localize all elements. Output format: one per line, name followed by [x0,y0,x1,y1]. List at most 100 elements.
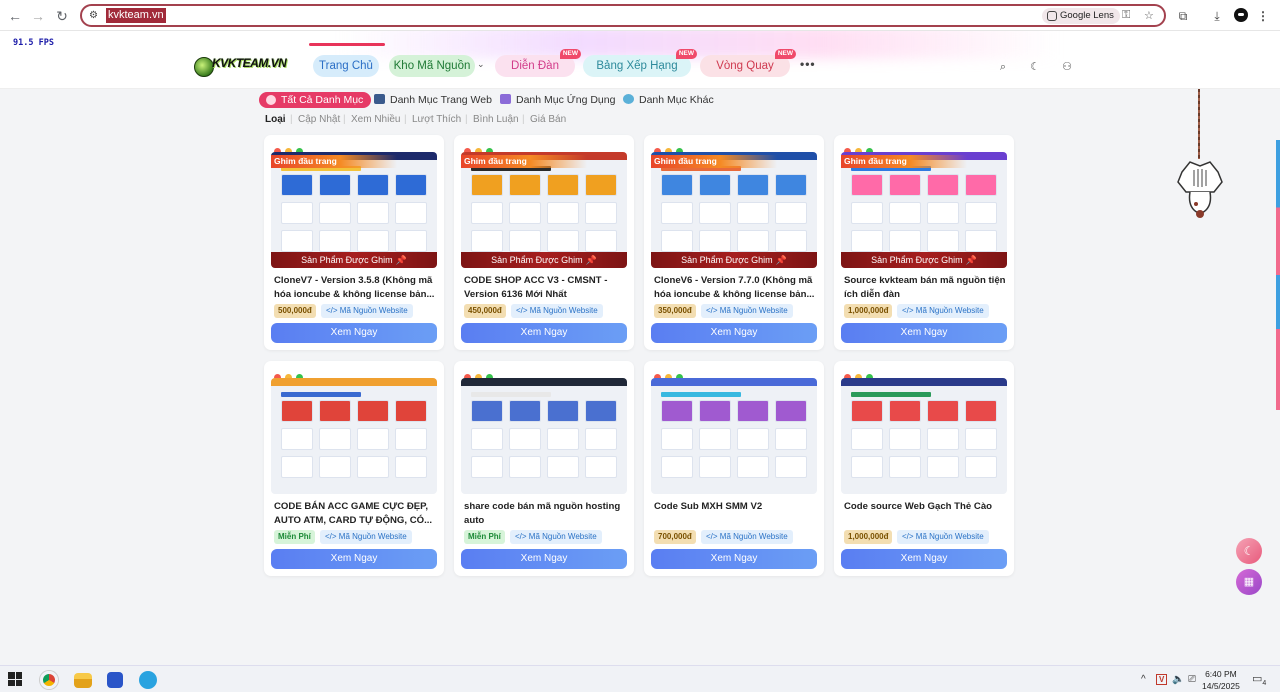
new-badge: NEW [774,49,796,59]
product-price: 350,000đ [654,304,696,318]
notification-icon[interactable]: ▭4 [1252,672,1266,687]
product-card[interactable]: Code source Web Gạch Thẻ Cào 1,000,000đ </… [834,361,1014,576]
category-all[interactable]: Tất Cả Danh Mục [259,92,372,108]
sort-type[interactable]: Loại [265,114,286,125]
sort-most-viewed[interactable]: Xem Nhiều [351,114,400,125]
user-icon[interactable]: ⚇ [1060,60,1074,74]
address-bar[interactable]: ⚙ kvkteam.vn Google Lens ⚿ ☆ [80,4,1166,27]
sort-updated[interactable]: Cập Nhật [298,114,340,125]
view-now-button[interactable]: Xem Ngay [461,323,627,343]
bookmark-star-icon[interactable]: ☆ [1144,9,1154,22]
tray-chevron-up-icon[interactable]: ^ [1141,674,1146,685]
product-card[interactable]: Code Sub MXH SMM V2 700,000đ </> Mã Nguồn … [644,361,824,576]
chrome-taskbar-icon[interactable] [40,671,58,689]
product-tag-label: Mã Nguồn Website [529,306,598,315]
product-category-tag[interactable]: </> Mã Nguồn Website [897,530,989,544]
product-title[interactable]: CloneV6 - Version 7.7.0 (Không mã hóa io… [654,274,816,301]
product-thumbnail[interactable] [841,378,1007,494]
menu-kebab-icon[interactable]: ⋮ [1254,7,1272,25]
product-title[interactable]: share code bán mã nguồn hosting auto [464,500,626,527]
qr-code-icon[interactable]: ▦ [1236,569,1262,595]
file-explorer-icon[interactable] [74,673,92,688]
product-category-tag[interactable]: </> Mã Nguồn Website [510,530,602,544]
code-icon: </> [902,532,916,541]
sort-likes[interactable]: Lượt Thích [412,114,461,125]
product-card[interactable]: Ghim đầu trang Sản Phẩm Được Ghim 📌 CODE SH… [454,135,634,350]
search-icon[interactable]: ⌕ [996,60,1010,74]
product-card[interactable]: share code bán mã nguồn hosting auto Miễn… [454,361,634,576]
product-title[interactable]: Source kvkteam bán mã nguồn tiện ích diễ… [844,274,1006,301]
dark-mode-moon-icon[interactable]: ☾ [1028,60,1042,74]
more-dots-icon[interactable]: ••• [800,57,816,71]
view-now-button[interactable]: Xem Ngay [841,323,1007,343]
product-title[interactable]: CODE BÁN ACC GAME CỰC ĐẸP, AUTO ATM, CAR… [274,500,436,527]
view-now-button[interactable]: Xem Ngay [271,323,437,343]
google-lens-button[interactable]: Google Lens [1042,8,1120,24]
network-icon[interactable]: ⎚ [1188,674,1196,685]
windows-start-icon[interactable] [8,672,22,686]
extensions-icon[interactable]: ⧉ [1174,7,1192,25]
product-category-tag[interactable]: </> Mã Nguồn Website [321,304,413,318]
product-thumbnail[interactable]: Ghim đầu trang Sản Phẩm Được Ghim 📌 [841,152,1007,268]
product-thumbnail[interactable] [461,378,627,494]
nav-leaderboard[interactable]: Bảng Xếp Hạng NEW [583,49,697,77]
product-card[interactable]: Ghim đầu trang Sản Phẩm Được Ghim 📌 CloneV6… [644,135,824,350]
pin-icon: 📌 [585,255,597,265]
system-clock[interactable]: 6:40 PM 14/5/2025 [1202,668,1240,692]
product-thumbnail[interactable]: Ghim đầu trang Sản Phẩm Được Ghim 📌 [651,152,817,268]
window-dots-icon [844,142,877,155]
nav-source-store[interactable]: Kho Mã Nguồn [389,55,475,77]
view-now-button[interactable]: Xem Ngay [651,323,817,343]
chevron-down-icon[interactable]: ⌄ [477,59,485,70]
product-thumbnail[interactable]: Ghim đầu trang Sản Phẩm Được Ghim 📌 [461,152,627,268]
back-icon[interactable]: ← [6,7,24,25]
nav-home[interactable]: Trang Chủ [313,55,379,77]
url-text[interactable]: kvkteam.vn [106,8,166,23]
sort-price[interactable]: Giá Bán [530,114,566,125]
product-category-tag[interactable]: </> Mã Nguồn Website [897,304,989,318]
product-card[interactable]: Ghim đầu trang Sản Phẩm Được Ghim 📌 Source … [834,135,1014,350]
view-now-button[interactable]: Xem Ngay [841,549,1007,569]
product-category-tag[interactable]: </> Mã Nguồn Website [320,530,412,544]
product-category-tag[interactable]: </> Mã Nguồn Website [701,530,793,544]
pinned-product-banner: Sản Phẩm Được Ghim 📌 [461,252,627,268]
view-now-button[interactable]: Xem Ngay [651,549,817,569]
category-other[interactable]: Danh Mục Khác [623,92,714,108]
pinned-top-banner: Ghim đầu trang [461,155,587,168]
vietnamese-ime-icon[interactable]: V [1156,674,1168,685]
product-title[interactable]: CODE SHOP ACC V3 - CMSNT - Version 6136 … [464,274,626,301]
product-thumbnail[interactable] [271,378,437,494]
sort-comments[interactable]: Bình Luận [473,114,519,125]
site-info-icon[interactable]: ⚙ [89,10,100,21]
product-title[interactable]: CloneV7 - Version 3.5.8 (Không mã hóa io… [274,274,436,301]
product-category-tag[interactable]: </> Mã Nguồn Website [511,304,603,318]
pinned-product-label: Sản Phẩm Được Ghim [491,255,583,265]
product-card[interactable]: CODE BÁN ACC GAME CỰC ĐẸP, AUTO ATM, CAR… [264,361,444,576]
product-title[interactable]: Code source Web Gạch Thẻ Cào [844,500,1006,514]
site-logo[interactable]: KVKTEAM.VN [194,55,287,79]
speaker-icon[interactable]: 🔈 [1172,674,1184,685]
reload-icon[interactable]: ↻ [53,7,71,25]
pinned-product-banner: Sản Phẩm Được Ghim 📌 [271,252,437,268]
view-now-button[interactable]: Xem Ngay [271,549,437,569]
nav-spin-wheel[interactable]: Vòng Quay NEW [700,49,796,77]
theme-toggle-moon-icon[interactable]: ☾ [1236,538,1262,564]
product-thumbnail[interactable]: Ghim đầu trang Sản Phẩm Được Ghim 📌 [271,152,437,268]
telegram-icon[interactable] [139,671,157,689]
view-now-button[interactable]: Xem Ngay [461,549,627,569]
store-icon[interactable] [107,672,123,688]
profile-avatar[interactable] [1234,8,1248,22]
download-icon[interactable]: ⤓ [1208,7,1226,25]
app-icon [500,94,511,104]
product-card[interactable]: Ghim đầu trang Sản Phẩm Được Ghim 📌 CloneV7… [264,135,444,350]
product-category-tag[interactable]: </> Mã Nguồn Website [701,304,793,318]
category-website[interactable]: Danh Mục Trang Web [374,92,492,108]
nav-forum[interactable]: Diễn Đàn NEW [495,49,581,77]
forward-icon[interactable]: → [29,7,47,25]
product-thumbnail[interactable] [651,378,817,494]
product-price: 450,000đ [464,304,506,318]
nav-leaderboard-label: Bảng Xếp Hạng [596,60,678,72]
product-title[interactable]: Code Sub MXH SMM V2 [654,500,816,514]
password-key-icon[interactable]: ⚿ [1122,9,1130,22]
category-app[interactable]: Danh Mục Ứng Dụng [500,92,615,108]
